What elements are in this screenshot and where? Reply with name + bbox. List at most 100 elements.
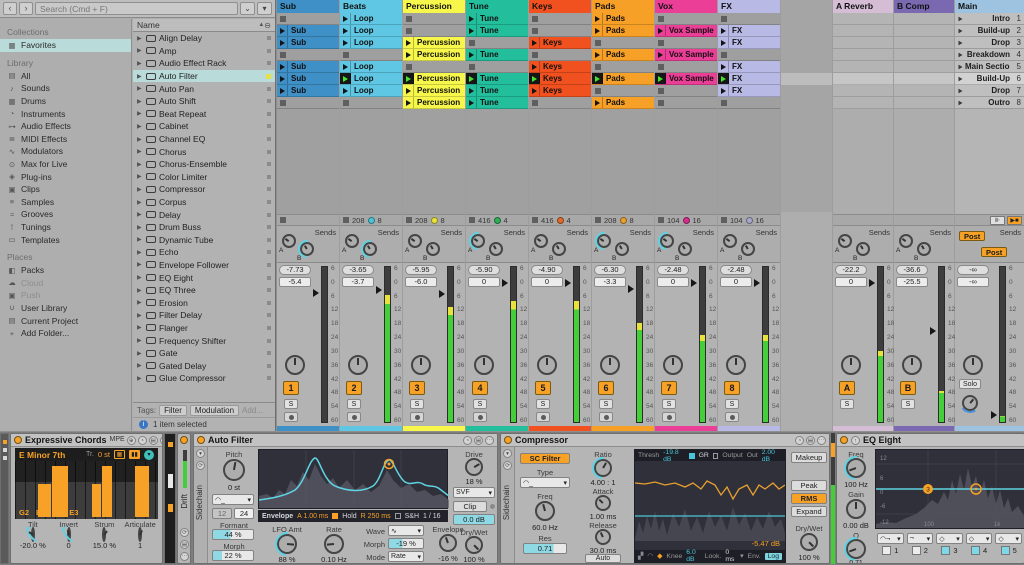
solo-button[interactable]: S (284, 399, 298, 409)
disclosure-icon[interactable]: ▶ (137, 362, 143, 369)
disclosure-icon[interactable]: ▶ (137, 337, 143, 344)
pan-knob[interactable] (285, 355, 305, 375)
volume-fader[interactable] (313, 289, 319, 297)
clip-stop-slot[interactable] (466, 37, 528, 49)
clip-stop-all-icon[interactable] (532, 217, 538, 223)
send-b-post-toggle[interactable]: Post (981, 247, 1007, 257)
gain-knob[interactable] (846, 499, 866, 519)
clip-slot[interactable]: Tune (466, 13, 528, 25)
clip-launch-button[interactable] (466, 25, 477, 36)
filter-dropdown-icon[interactable]: ▾ (257, 2, 272, 15)
disclosure-icon[interactable]: ▶ (137, 110, 143, 117)
send-b-knob[interactable] (552, 242, 566, 256)
band-5-type-dropdown[interactable]: ◇▾ (995, 533, 1022, 544)
list-item-color-limiter[interactable]: ▶Color Limiter (133, 171, 275, 184)
sidebar-item-favorites[interactable]: ▦Favorites (0, 39, 131, 52)
eq-display[interactable]: 3 12 6 0 -6 -12 100 1k (875, 449, 1024, 529)
clip-launch-button[interactable] (277, 85, 288, 96)
volume-value[interactable]: 0 (531, 277, 563, 287)
clip-launch-button[interactable] (466, 85, 477, 96)
clip-launch-button[interactable] (277, 37, 288, 48)
clip-stop-all-icon[interactable] (595, 217, 601, 223)
list-item-align-delay[interactable]: ▶Align Delay (133, 32, 275, 45)
device-title[interactable]: Auto Filter (208, 435, 253, 445)
save-preset-icon[interactable]: ▤ (474, 436, 483, 445)
volume-value[interactable]: -6.0 (405, 277, 437, 287)
peak-button[interactable]: Peak (791, 480, 827, 491)
pan-knob[interactable] (963, 355, 983, 375)
clip-slot[interactable]: Sub (277, 61, 339, 73)
track-number-button[interactable]: 5 (535, 381, 551, 395)
clip-stop-slot[interactable] (592, 37, 654, 49)
clip-slot[interactable]: Sub (277, 85, 339, 97)
list-item-corpus[interactable]: ▶Corpus (133, 196, 275, 209)
favorite-dot-icon[interactable] (267, 364, 271, 368)
clip-stop-slot[interactable] (340, 49, 402, 61)
list-item-auto-pan[interactable]: ▶Auto Pan (133, 82, 275, 95)
clip-launch-button[interactable] (277, 25, 288, 36)
envelope-settings-bar[interactable]: Envelope A 1.00 ms Hold R 250 ms S&H 1 /… (258, 510, 448, 522)
track-number-button[interactable]: B (900, 381, 916, 395)
pan-knob[interactable] (726, 355, 746, 375)
clip-stop-slot[interactable] (718, 49, 780, 61)
scene-drop-3[interactable]: Drop3 (955, 37, 1024, 49)
freeze-icon[interactable]: ◔ (795, 436, 804, 445)
release-knob[interactable] (595, 529, 611, 545)
hotswap-icon[interactable]: ⟳ (180, 528, 189, 537)
clip-launch-button[interactable] (529, 61, 540, 72)
clip-launch-button[interactable] (718, 37, 729, 48)
clip-stop-slot[interactable] (277, 13, 339, 25)
track-number-button[interactable]: 3 (409, 381, 425, 395)
favorite-dot-icon[interactable] (267, 200, 271, 204)
send-b-knob[interactable] (300, 242, 314, 256)
favorite-dot-icon[interactable] (267, 137, 271, 141)
favorite-dot-icon[interactable] (267, 376, 271, 380)
solo-button[interactable]: S (840, 399, 854, 409)
chord-keyboard-display[interactable]: G2B2D3E3 (15, 461, 158, 519)
arm-button[interactable] (347, 412, 361, 422)
pan-knob[interactable] (841, 355, 861, 375)
disclosure-icon[interactable]: ▶ (137, 312, 143, 319)
ratio-knob[interactable] (594, 459, 612, 477)
device-title[interactable]: Compressor (515, 435, 568, 445)
favorite-dot-icon[interactable] (267, 175, 271, 179)
clip-slot[interactable]: FX (718, 25, 780, 37)
clip-slot[interactable]: Percussion (403, 49, 465, 61)
favorite-dot-icon[interactable] (267, 187, 271, 191)
clip-slot[interactable]: Vox Sample (655, 73, 717, 85)
send-b-knob[interactable] (856, 242, 870, 256)
routing-icon[interactable]: ⟳ (196, 461, 205, 470)
keyboard-view-icon[interactable]: ▮▮ (129, 450, 140, 459)
clip-slot[interactable]: FX (718, 37, 780, 49)
send-a-knob[interactable] (345, 234, 359, 248)
arm-button[interactable] (410, 412, 424, 422)
send-a-knob[interactable] (282, 234, 296, 248)
disclosure-icon[interactable]: ▶ (137, 161, 143, 168)
solo-button[interactable]: S (536, 399, 550, 409)
clip-stop-slot[interactable] (529, 25, 591, 37)
disclosure-icon[interactable]: ▶ (137, 274, 143, 281)
volume-fader[interactable] (502, 279, 508, 287)
scene-build-up-2[interactable]: Build-up2 (955, 25, 1024, 37)
disclosure-icon[interactable]: ▶ (137, 136, 143, 143)
volume-value[interactable]: -5.4 (279, 277, 311, 287)
sidebar-item-cloud[interactable]: ☁Cloud (0, 277, 131, 290)
arm-button[interactable] (725, 412, 739, 422)
arm-button[interactable] (662, 412, 676, 422)
list-item-chorus[interactable]: ▶Chorus (133, 145, 275, 158)
favorite-dot-icon[interactable] (267, 263, 271, 267)
favorite-dot-icon[interactable] (267, 351, 271, 355)
mode-dropdown[interactable]: Rate▾ (388, 551, 424, 562)
solo-button[interactable]: S (725, 399, 739, 409)
sidebar-item-modulators[interactable]: ∿Modulators (0, 145, 131, 158)
scene-launch-icon[interactable] (959, 40, 963, 45)
arm-button[interactable] (536, 412, 550, 422)
sidebar-item-all[interactable]: ▤All (0, 70, 131, 83)
solo-button[interactable]: S (901, 399, 915, 409)
clip-stop-slot[interactable] (403, 61, 465, 73)
favorite-dot-icon[interactable] (267, 326, 271, 330)
solo-button[interactable]: S (410, 399, 424, 409)
tag-add[interactable]: Add... (242, 406, 263, 415)
device-title[interactable]: Expressive Chords (25, 435, 107, 445)
clip-launch-button[interactable] (403, 97, 414, 108)
